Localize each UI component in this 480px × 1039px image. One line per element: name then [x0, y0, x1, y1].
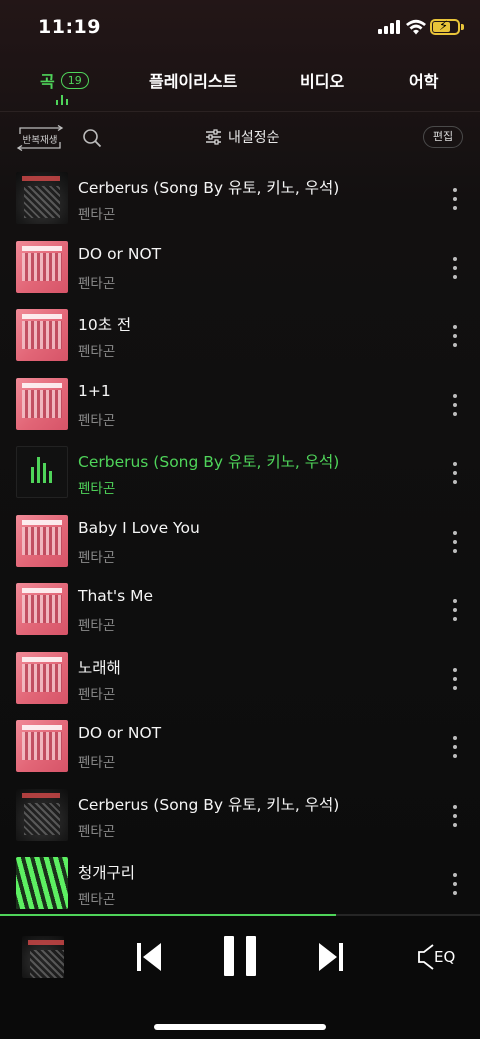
- song-row[interactable]: 청개구리 펜타곤: [0, 849, 480, 918]
- more-options-icon[interactable]: [447, 736, 463, 758]
- more-options-icon[interactable]: [447, 256, 463, 279]
- speaker-icon: [418, 944, 434, 970]
- now-playing-equalizer-icon: [16, 446, 68, 498]
- album-art: [16, 857, 68, 909]
- battery-icon: ⚡: [430, 19, 460, 35]
- list-toolbar: 반복재생 내설정순 편집: [0, 120, 480, 156]
- song-row[interactable]: 1+1 펜타곤: [0, 370, 480, 439]
- mini-player: EQ: [0, 916, 480, 1039]
- album-art: [16, 788, 68, 841]
- tab-language[interactable]: 어학: [409, 68, 438, 92]
- song-artist: 펜타곤: [78, 207, 116, 223]
- album-art: [16, 583, 68, 635]
- equalizer-button[interactable]: EQ: [416, 942, 460, 972]
- album-art: [16, 309, 68, 361]
- song-title: 노래해: [78, 658, 121, 677]
- previous-track-icon[interactable]: [134, 940, 164, 974]
- repeat-button[interactable]: 반복재생: [16, 125, 64, 151]
- song-row[interactable]: 노래해 펜타곤: [0, 644, 480, 713]
- song-artist: 펜타곤: [78, 481, 116, 497]
- song-artist: 펜타곤: [78, 618, 116, 634]
- battery-tip: [461, 24, 464, 30]
- more-options-icon[interactable]: [447, 188, 463, 210]
- song-count-badge: 19: [60, 71, 89, 89]
- status-time: 11:19: [38, 16, 101, 38]
- equalizer-label: EQ: [434, 948, 456, 966]
- more-options-icon[interactable]: [447, 599, 463, 621]
- tab-songs-label: 곡: [40, 72, 55, 91]
- more-options-icon[interactable]: [447, 873, 463, 895]
- song-artist: 펜타곤: [78, 686, 116, 703]
- album-art: [16, 377, 68, 430]
- more-options-icon[interactable]: [447, 667, 463, 690]
- repeat-label: 반복재생: [22, 135, 58, 146]
- tab-video[interactable]: 비디오: [300, 68, 344, 92]
- song-title: 1+1: [78, 381, 111, 400]
- active-tab-indicator-icon: [56, 95, 70, 105]
- tab-songs[interactable]: 곡 19: [40, 68, 89, 92]
- song-list: Cerberus (Song By 유토, 키노, 우석) 펜타곤 DO or …: [0, 164, 480, 918]
- sort-label: 내설정순: [228, 130, 280, 146]
- more-options-icon[interactable]: [447, 804, 463, 827]
- cellular-signal-icon: [378, 20, 402, 34]
- song-artist: 펜타곤: [78, 823, 116, 840]
- pause-icon[interactable]: [224, 936, 256, 976]
- song-title: Cerberus (Song By 유토, 키노, 우석): [78, 795, 340, 814]
- song-artist: 펜타곤: [78, 892, 116, 908]
- more-options-icon[interactable]: [447, 530, 463, 553]
- album-art: [16, 172, 68, 224]
- song-row[interactable]: That's Me 펜타곤: [0, 575, 480, 644]
- search-icon[interactable]: [82, 128, 102, 148]
- home-indicator[interactable]: [154, 1024, 326, 1030]
- song-title: Cerberus (Song By 유토, 키노, 우석): [78, 453, 340, 471]
- library-tabs: 곡 19 플레이리스트 비디오 어학: [0, 62, 480, 108]
- sort-filter-icon: [206, 129, 221, 145]
- more-options-icon[interactable]: [447, 393, 463, 416]
- song-row[interactable]: Baby I Love You 펜타곤: [0, 507, 480, 576]
- song-row[interactable]: DO or NOT 펜타곤: [0, 712, 480, 781]
- song-row[interactable]: Cerberus (Song By 유토, 키노, 우석) 펜타곤: [0, 164, 480, 233]
- song-title: DO or NOT: [78, 724, 162, 742]
- wifi-icon: [406, 19, 426, 35]
- tab-playlist[interactable]: 플레이리스트: [149, 68, 237, 92]
- song-title: Baby I Love You: [78, 518, 200, 537]
- more-options-icon[interactable]: [447, 325, 463, 347]
- song-artist: 펜타곤: [78, 755, 116, 771]
- song-artist: 펜타곤: [78, 275, 116, 292]
- album-art: [16, 651, 68, 704]
- edit-button[interactable]: 편집: [423, 126, 463, 148]
- more-options-icon[interactable]: [447, 462, 463, 484]
- song-artist: 펜타곤: [78, 344, 116, 360]
- song-row[interactable]: DO or NOT 펜타곤: [0, 233, 480, 302]
- song-artist: 펜타곤: [78, 412, 116, 429]
- sort-button[interactable]: 내설정순: [205, 127, 280, 147]
- song-title: 10초 전: [78, 316, 132, 334]
- song-row-now-playing[interactable]: Cerberus (Song By 유토, 키노, 우석) 펜타곤: [0, 438, 480, 507]
- song-title: Cerberus (Song By 유토, 키노, 우석): [78, 179, 340, 197]
- song-title: That's Me: [78, 587, 154, 605]
- song-artist: 펜타곤: [78, 549, 116, 566]
- song-row[interactable]: Cerberus (Song By 유토, 키노, 우석) 펜타곤: [0, 781, 480, 850]
- song-title: DO or NOT: [78, 244, 162, 263]
- album-art: [16, 514, 68, 567]
- mini-player-album-art[interactable]: [22, 936, 64, 978]
- album-art: [16, 240, 68, 293]
- song-row[interactable]: 10초 전 펜타곤: [0, 301, 480, 370]
- tabs-divider: [0, 111, 480, 112]
- song-title: 청개구리: [78, 864, 136, 882]
- next-track-icon[interactable]: [316, 940, 346, 974]
- status-bar: 11:19 ⚡: [0, 0, 480, 56]
- album-art: [16, 720, 68, 772]
